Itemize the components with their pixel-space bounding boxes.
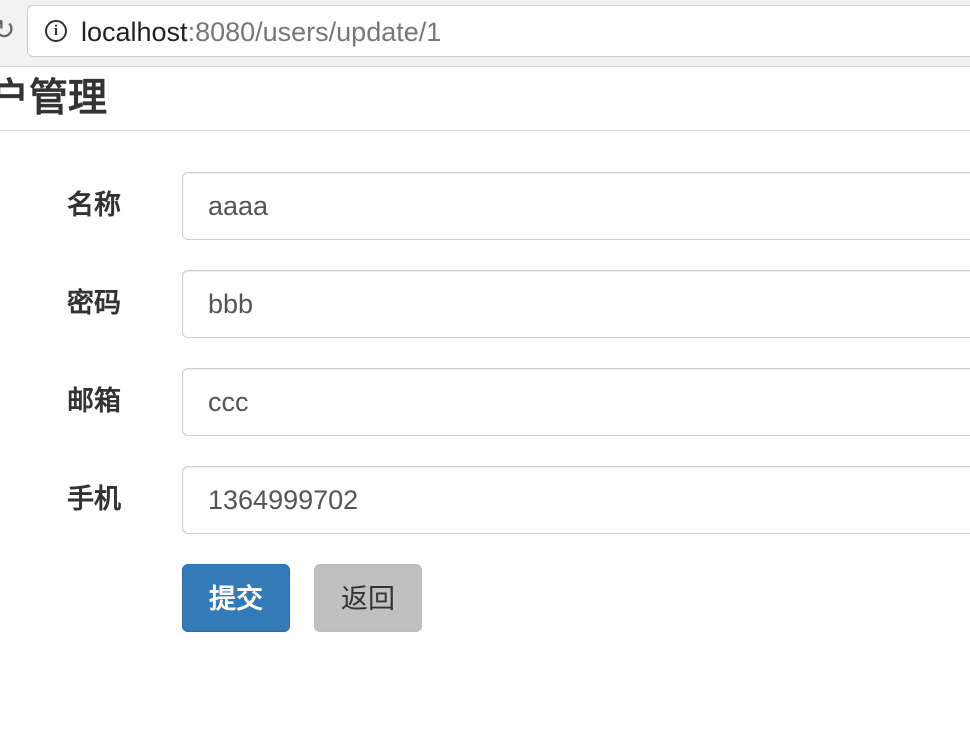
name-label: 名称 (67, 190, 121, 221)
page-header: 户管理 (0, 68, 970, 131)
url-text[interactable]: localhost:8080/users/update/1 (81, 16, 441, 48)
email-label: 邮箱 (67, 386, 121, 417)
phone-label: 手机 (67, 484, 121, 515)
back-button[interactable]: 返回 (314, 564, 422, 632)
url-host: localhost (81, 17, 188, 47)
password-row: 密码 (0, 270, 970, 338)
url-field[interactable]: i localhost:8080/users/update/1 (27, 5, 970, 57)
name-row: 名称 (0, 172, 970, 240)
password-label: 密码 (67, 288, 121, 319)
email-input[interactable] (182, 368, 970, 436)
page-title: 户管理 (0, 76, 108, 121)
browser-address-bar: ↻ i localhost:8080/users/update/1 (0, 0, 970, 67)
name-input[interactable] (182, 172, 970, 240)
info-icon[interactable]: i (45, 20, 67, 42)
email-row: 邮箱 (0, 368, 970, 436)
url-path: :8080/users/update/1 (187, 17, 442, 47)
password-input[interactable] (182, 270, 970, 338)
reload-icon[interactable]: ↻ (0, 15, 15, 45)
submit-button[interactable]: 提交 (182, 564, 290, 632)
phone-row: 手机 (0, 466, 970, 534)
phone-input[interactable] (182, 466, 970, 534)
